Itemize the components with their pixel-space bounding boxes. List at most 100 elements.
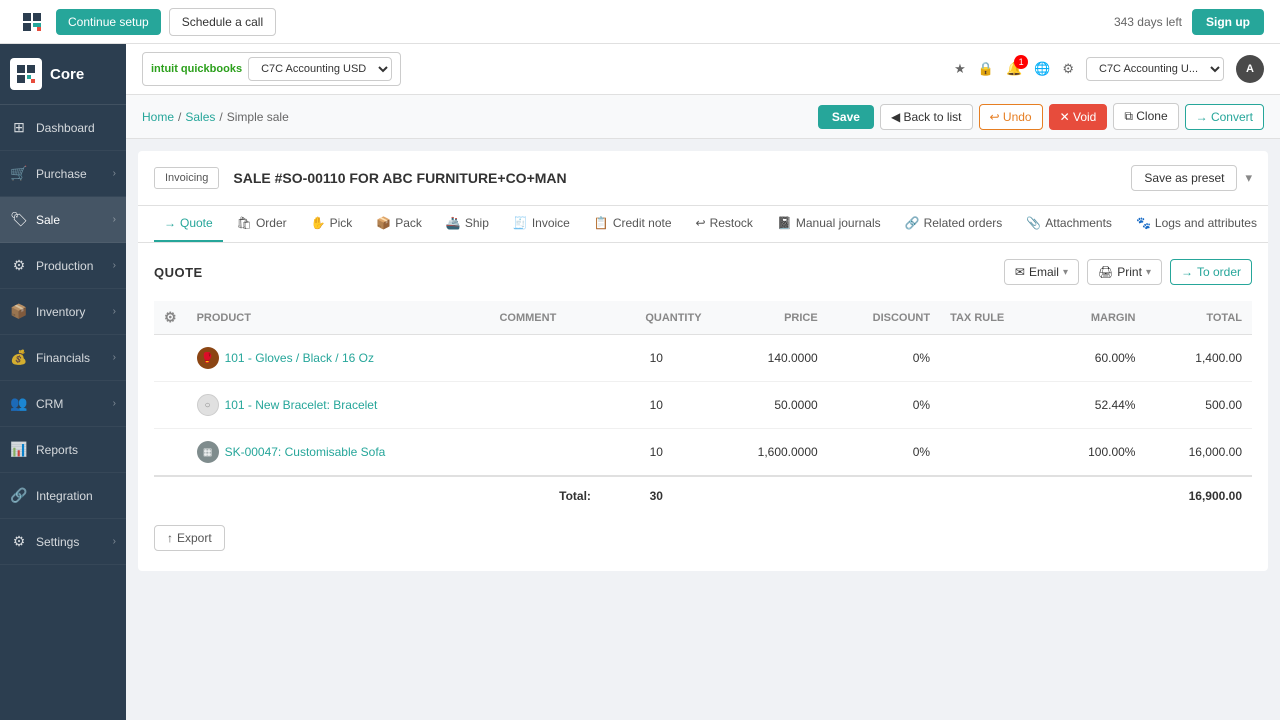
price-cell: 140.0000 bbox=[712, 335, 828, 382]
settings-icon[interactable]: ⚙ bbox=[164, 309, 177, 325]
production-icon: ⚙ bbox=[10, 257, 28, 274]
to-order-button[interactable]: → To order bbox=[1170, 259, 1252, 285]
export-button[interactable]: ↑ Export bbox=[154, 525, 225, 551]
table-row: ○ 101 - New Bracelet: Bracelet 10 50.000… bbox=[154, 382, 1252, 429]
col-total: TOTAL bbox=[1145, 301, 1252, 335]
tab-label: Manual journals bbox=[796, 216, 881, 230]
topbar-left: Continue setup Schedule a call bbox=[16, 6, 276, 38]
gear-icon[interactable]: ⚙ bbox=[1062, 61, 1074, 77]
print-button[interactable]: 🖨 Print ▾ bbox=[1087, 259, 1162, 285]
table-row: ▦ SK-00047: Customisable Sofa 10 1,600.0… bbox=[154, 429, 1252, 477]
total-amount: 16,900.00 bbox=[1145, 476, 1252, 515]
void-button[interactable]: ✕ Void bbox=[1049, 104, 1108, 130]
tab-pack[interactable]: 📦 Pack bbox=[366, 206, 432, 242]
breadcrumb: Home / Sales / Simple sale bbox=[142, 110, 289, 124]
product-link[interactable]: SK-00047: Customisable Sofa bbox=[225, 445, 386, 459]
invoice-header-left: Invoicing SALE #SO-00110 FOR ABC FURNITU… bbox=[154, 167, 567, 189]
product-cell: 🥊 101 - Gloves / Black / 16 Oz bbox=[197, 347, 480, 369]
breadcrumb-sales[interactable]: Sales bbox=[185, 110, 215, 124]
subheader: intuit quickbooks C7C Accounting USD ★ 🔒… bbox=[126, 44, 1280, 95]
account-dropdown[interactable]: C7C Accounting U... bbox=[1086, 57, 1224, 81]
quote-header: QUOTE ✉ Email ▾ 🖨 Print ▾ → To order bbox=[154, 259, 1252, 285]
col-product: PRODUCT bbox=[187, 301, 490, 335]
tab-quote[interactable]: → Quote bbox=[154, 206, 223, 242]
chevron-right-icon: › bbox=[113, 398, 116, 409]
discount-cell: 0% bbox=[828, 335, 940, 382]
sidebar-item-label: CRM bbox=[36, 397, 63, 411]
tab-restock[interactable]: ↩ Restock bbox=[686, 206, 763, 242]
quote-tab-icon: → bbox=[164, 216, 176, 230]
product-cell: ▦ SK-00047: Customisable Sofa bbox=[197, 441, 480, 463]
tab-order[interactable]: 🛍 Order bbox=[227, 206, 297, 242]
invoice-title: SALE #SO-00110 FOR ABC FURNITURE+CO+MAN bbox=[233, 170, 566, 186]
price-cell: 1,600.0000 bbox=[712, 429, 828, 477]
quote-section: QUOTE ✉ Email ▾ 🖨 Print ▾ → To order bbox=[138, 243, 1268, 571]
product-icon: ▦ bbox=[197, 441, 219, 463]
sidebar-logo-icon bbox=[10, 58, 42, 90]
quickbooks-badge[interactable]: intuit quickbooks C7C Accounting USD bbox=[142, 52, 401, 86]
invoice-header-right: Save as preset ▾ bbox=[1131, 165, 1252, 191]
sidebar-item-financials[interactable]: 💰 Financials › bbox=[0, 335, 126, 381]
account-select[interactable]: C7C Accounting USD bbox=[248, 57, 392, 81]
sidebar-item-crm[interactable]: 👥 CRM › bbox=[0, 381, 126, 427]
lock-icon[interactable]: 🔒 bbox=[978, 61, 994, 77]
sidebar-item-inventory[interactable]: 📦 Inventory › bbox=[0, 289, 126, 335]
chevron-down-icon: ▾ bbox=[1063, 267, 1068, 278]
action-buttons: Save ◀ Back to list ↩ Undo ✕ Void ⧉ Clon… bbox=[818, 103, 1264, 130]
sidebar-item-dashboard[interactable]: ⊞ Dashboard bbox=[0, 105, 126, 151]
sidebar-item-label: Purchase bbox=[36, 167, 87, 181]
sidebar-item-settings[interactable]: ⚙ Settings › bbox=[0, 519, 126, 565]
sidebar-item-label: Inventory bbox=[36, 305, 85, 319]
tab-invoice[interactable]: 🧾 Invoice bbox=[503, 206, 580, 242]
breadcrumb-home[interactable]: Home bbox=[142, 110, 174, 124]
subheader-left: intuit quickbooks C7C Accounting USD bbox=[142, 52, 401, 86]
product-icon: 🥊 bbox=[197, 347, 219, 369]
chevron-down-icon[interactable]: ▾ bbox=[1245, 170, 1252, 186]
sidebar-logo: Core bbox=[0, 44, 126, 105]
continue-setup-button[interactable]: Continue setup bbox=[56, 9, 161, 35]
chevron-right-icon: › bbox=[113, 536, 116, 547]
tab-pick[interactable]: ✋ Pick bbox=[301, 206, 363, 242]
tab-attachments[interactable]: 📎 Attachments bbox=[1016, 206, 1122, 242]
tab-label: Ship bbox=[465, 216, 489, 230]
sidebar-item-sale[interactable]: 🏷 Sale › bbox=[0, 197, 126, 243]
save-as-preset-button[interactable]: Save as preset bbox=[1131, 165, 1237, 191]
purchase-icon: 🛒 bbox=[10, 165, 28, 182]
related-orders-tab-icon: 🔗 bbox=[905, 216, 920, 230]
save-button[interactable]: Save bbox=[818, 105, 874, 129]
topbar: Continue setup Schedule a call 343 days … bbox=[0, 0, 1280, 44]
sidebar-item-purchase[interactable]: 🛒 Purchase › bbox=[0, 151, 126, 197]
sidebar-item-production[interactable]: ⚙ Production › bbox=[0, 243, 126, 289]
tab-financials[interactable]: 💵 Financials bbox=[1271, 206, 1280, 242]
sidebar-item-reports[interactable]: 📊 Reports bbox=[0, 427, 126, 473]
tab-ship[interactable]: 🚢 Ship bbox=[436, 206, 499, 242]
tab-label: Pack bbox=[395, 216, 422, 230]
tab-credit-note[interactable]: 📋 Credit note bbox=[584, 206, 682, 242]
col-quantity: QUANTITY bbox=[601, 301, 712, 335]
signup-button[interactable]: Sign up bbox=[1192, 9, 1264, 35]
sidebar-item-integration[interactable]: 🔗 Integration bbox=[0, 473, 126, 519]
tab-label: Invoice bbox=[532, 216, 570, 230]
tab-label: Related orders bbox=[924, 216, 1003, 230]
product-link[interactable]: 101 - Gloves / Black / 16 Oz bbox=[225, 351, 374, 365]
product-link[interactable]: 101 - New Bracelet: Bracelet bbox=[225, 398, 378, 412]
chevron-right-icon: › bbox=[113, 168, 116, 179]
schedule-call-button[interactable]: Schedule a call bbox=[169, 8, 276, 36]
days-left-text: 343 days left bbox=[1114, 15, 1182, 29]
tab-related-orders[interactable]: 🔗 Related orders bbox=[895, 206, 1013, 242]
convert-button[interactable]: → Convert bbox=[1185, 104, 1264, 130]
globe-icon[interactable]: 🌐 bbox=[1034, 61, 1050, 77]
reports-icon: 📊 bbox=[10, 441, 28, 458]
topbar-right: 343 days left Sign up bbox=[1114, 9, 1264, 35]
tab-manual-journals[interactable]: 📓 Manual journals bbox=[767, 206, 891, 242]
tab-logs[interactable]: 🐾 Logs and attributes bbox=[1126, 206, 1267, 242]
email-button[interactable]: ✉ Email ▾ bbox=[1004, 259, 1079, 285]
back-to-list-button[interactable]: ◀ Back to list bbox=[880, 104, 973, 130]
comment-cell bbox=[489, 429, 600, 477]
manual-journals-tab-icon: 📓 bbox=[777, 216, 792, 230]
pack-tab-icon: 📦 bbox=[376, 216, 391, 230]
arrow-right-icon: → bbox=[1181, 265, 1193, 279]
clone-button[interactable]: ⧉ Clone bbox=[1113, 103, 1178, 130]
star-icon[interactable]: ★ bbox=[954, 61, 966, 77]
undo-button[interactable]: ↩ Undo bbox=[979, 104, 1043, 130]
